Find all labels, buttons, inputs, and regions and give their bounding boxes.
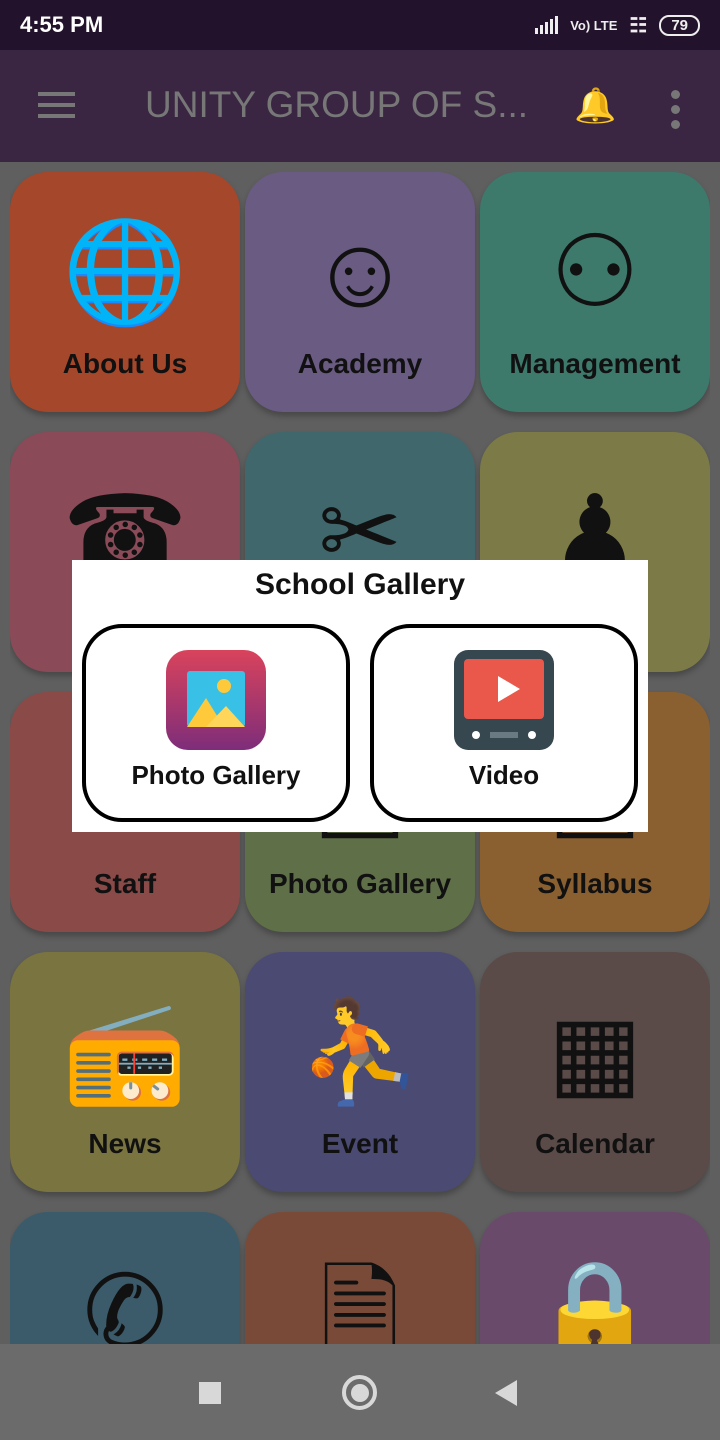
status-bar: 4:55 PM Vo) LTE ☷ 79 — [0, 0, 720, 50]
menu-tile-label: Staff — [93, 868, 157, 899]
photo-gallery-label: Photo Gallery — [131, 760, 301, 790]
video-player-icon — [454, 650, 554, 750]
globe-hand-icon: 🌐 — [62, 216, 188, 328]
team-network-icon: ⚇ — [550, 216, 640, 328]
menu-tile[interactable]: 🗎 — [245, 1212, 475, 1344]
phone-icon: ✆ — [83, 1256, 167, 1344]
radio-icon: 📻 — [62, 996, 188, 1108]
video-label: Video — [468, 760, 540, 790]
menu-tile-label: Calendar — [535, 1128, 655, 1159]
menu-tile-label: Academy — [297, 348, 423, 379]
calendar-icon: ▦ — [547, 996, 643, 1108]
menu-tile[interactable]: ▦ Calendar — [480, 952, 710, 1192]
back-button[interactable] — [495, 1380, 517, 1406]
menu-tile[interactable]: ☺ Academy — [245, 172, 475, 412]
app-bar: UNITY GROUP OF S... 🔔 — [0, 50, 720, 162]
grade-document-icon: 🗎 — [319, 1256, 401, 1344]
menu-tile-label: Photo Gallery — [268, 868, 452, 899]
dialog-title: School Gallery — [254, 568, 466, 601]
system-nav-bar — [0, 1344, 720, 1440]
clock: 4:55 PM — [20, 12, 104, 37]
home-button[interactable] — [342, 1375, 377, 1410]
menu-tile[interactable]: 🌐 About Us — [10, 172, 240, 412]
menu-tile-label: Syllabus — [537, 868, 653, 899]
overflow-menu-icon[interactable] — [671, 90, 680, 135]
hamburger-menu-icon[interactable] — [38, 92, 75, 125]
image-gallery-icon — [166, 650, 266, 750]
menu-tile-label: News — [88, 1128, 162, 1159]
menu-tile[interactable]: ⚇ Management — [480, 172, 710, 412]
photo-gallery-option[interactable]: Photo Gallery — [82, 624, 350, 822]
volte-indicator: Vo) LTE — [570, 17, 618, 33]
menu-tile[interactable]: ✆ — [10, 1212, 240, 1344]
menu-tile[interactable]: ⛹ Event — [245, 952, 475, 1192]
menu-tile[interactable]: 🔒 — [480, 1212, 710, 1344]
video-option[interactable]: Video — [370, 624, 638, 822]
notification-bell-icon[interactable]: 🔔 — [574, 86, 616, 126]
signal-icon — [535, 16, 559, 34]
runner-icon: ⛹ — [297, 996, 423, 1108]
wifi-icon: ☷ — [629, 14, 648, 37]
battery-indicator: 79 — [659, 14, 700, 36]
menu-tile-label: About Us — [62, 348, 188, 379]
recents-button[interactable] — [199, 1382, 221, 1404]
lock-server-icon: 🔒 — [532, 1256, 658, 1344]
school-gallery-dialog: School Gallery Photo Gallery Video — [72, 560, 648, 832]
head-thinking-icon: ☺ — [308, 216, 412, 328]
menu-tile[interactable]: 📻 News — [10, 952, 240, 1192]
menu-tile-label: Event — [321, 1128, 399, 1159]
app-title: UNITY GROUP OF S... — [145, 84, 529, 125]
menu-tile-label: Management — [509, 348, 681, 379]
